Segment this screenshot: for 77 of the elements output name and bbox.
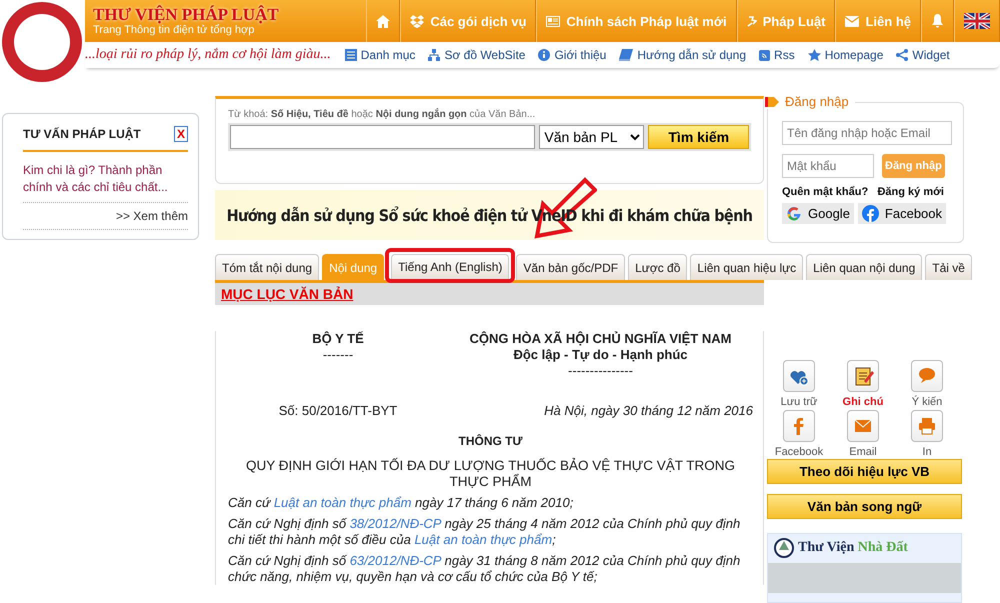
facebook-icon [783,410,815,442]
document-date: Hà Nội, ngày 30 tháng 12 năm 2016 [543,403,753,418]
note-icon [847,360,879,392]
share-icon [896,49,908,61]
search-field[interactable] [230,125,536,149]
sitemap-icon [428,49,440,61]
tab[interactable]: Tiếng Anh (English) [391,254,510,279]
boxes-icon [410,14,424,28]
action-button[interactable]: Lưu trữ [767,360,831,408]
tab[interactable]: Văn bản gốc/PDF [516,254,626,280]
paragraph: Căn cứ Nghị định số 63/2012/NĐ-CP ngày 31 tháng 8 năm 2012 của Chính phủ quy định chức năng, nhiệm vụ, quyền hạn và cơ cấu tổ chức của Bộ Y tế; [228,553,742,585]
google-login-button[interactable]: Google [782,203,854,224]
star-icon [808,49,821,61]
side-button[interactable]: Theo dõi hiệu lực VB [767,459,962,484]
motto-rule: --------------- [567,363,634,379]
tab[interactable]: Lược đồ [628,254,688,280]
header-link[interactable]: Sơ đồ WebSite [428,48,526,62]
header-link[interactable]: Danh mục [344,48,416,62]
nation-name: CỘNG HÒA XÃ HỘI CHỦ NGHĨA VIỆT NAM [468,331,732,347]
email-icon [847,410,879,442]
header-link[interactable]: Hướng dẫn sử dụng [619,48,746,62]
register-link[interactable]: Đăng ký mới [877,186,944,198]
panel-title: Thư Viện Nhà Đất [798,540,908,556]
comment-icon [911,360,943,392]
print-icon [911,410,943,442]
header-link[interactable]: Rss [759,48,795,62]
advice-link[interactable]: Kim chi là gì? Thành phần chính và các chỉ tiêu chất... [23,162,188,203]
action-button[interactable]: Facebook [767,410,831,458]
home-icon [376,14,390,28]
action-button[interactable]: Ý kiến [895,360,959,408]
document-type-dropdown[interactable]: Văn bản PL [539,125,644,149]
close-button[interactable]: X [174,126,188,142]
law-link[interactable]: Luật an toàn thực phẩm [414,532,552,547]
rss-icon [759,50,770,60]
tab[interactable]: Liên quan hiệu lực [690,254,804,280]
law-link[interactable]: Luật an toàn thực phẩm [274,495,412,510]
username-field[interactable]: Tên đăng nhập hoặc Email [782,121,952,145]
site-title: THƯ VIỆN PHÁP LUẬT [93,6,280,24]
facebook-login-button[interactable]: Facebook [858,203,946,224]
password-field[interactable]: Mật khẩu [782,154,874,178]
newspaper-icon [546,16,560,26]
document-number: Số: 50/2016/TT-BYT [278,403,398,418]
law-link[interactable]: 38/2012/NĐ-CP [350,516,441,531]
tab[interactable]: Tải về [925,254,972,280]
book-icon [619,49,634,61]
site-subtitle: Trang Thông tin điện tử tổng hợp [93,24,256,36]
law-link[interactable]: 63/2012/NĐ-CP [350,553,441,568]
agency-rule: ------- [322,347,354,363]
uk-flag-icon[interactable] [964,13,990,29]
slogan: ...loại rủi ro pháp lý, nắm cơ hội làm giàu... [85,47,331,63]
motto: Độc lập - Tự do - Hạnh phúc [512,347,689,363]
tab[interactable]: Liên quan nội dung [806,254,922,280]
document-type: THÔNG TƯ [458,434,524,448]
login-title: Đăng nhập [785,94,849,109]
save-icon [783,360,815,392]
search-hint: Từ khoá: Số Hiệu, Tiêu đề hoặc Nội dung ngắn gọn của Văn Bản... [228,109,536,120]
see-more-link[interactable]: >> Xem thêm [23,203,188,230]
header-link[interactable]: Widget [896,48,950,62]
action-button[interactable]: Ghi chú [831,360,895,408]
info-icon [538,49,550,61]
search-button[interactable]: Tìm kiếm [648,125,749,149]
facebook-icon [862,205,879,222]
side-button[interactable]: Văn bản song ngữ [767,494,962,519]
action-button[interactable]: Email [831,410,895,458]
action-button[interactable]: In [895,410,959,458]
agency-name: BỘ Y TẾ [311,331,365,347]
paragraph: Căn cứ Luật an toàn thực phẩm ngày 17 tháng 6 năm 2010; [228,495,574,511]
mail-icon [845,16,860,26]
list-icon [344,49,357,61]
google-icon [786,206,802,222]
forgot-password-link[interactable]: Quên mật khẩu? [782,186,868,198]
header-link[interactable]: Homepage [808,48,884,62]
tab[interactable]: Tóm tắt nội dung [215,254,320,280]
document-title: QUY ĐỊNH GIỚI HẠN TỐI ĐA DƯ LƯỢNG THUỐC BẢO VỆ THỰC VẬT TRONG THỰC PHẨM [244,458,736,490]
header-link[interactable]: Giới thiệu [538,48,606,62]
panel-title: TƯ VẤN PHÁP LUẬT [23,127,141,141]
paragraph: Căn cứ Nghị định số 38/2012/NĐ-CP ngày 25 tháng 4 năm 2012 của Chính phủ quy định chi tiết thi hành một số điều của Luật an toàn thực phẩm; [228,516,742,548]
